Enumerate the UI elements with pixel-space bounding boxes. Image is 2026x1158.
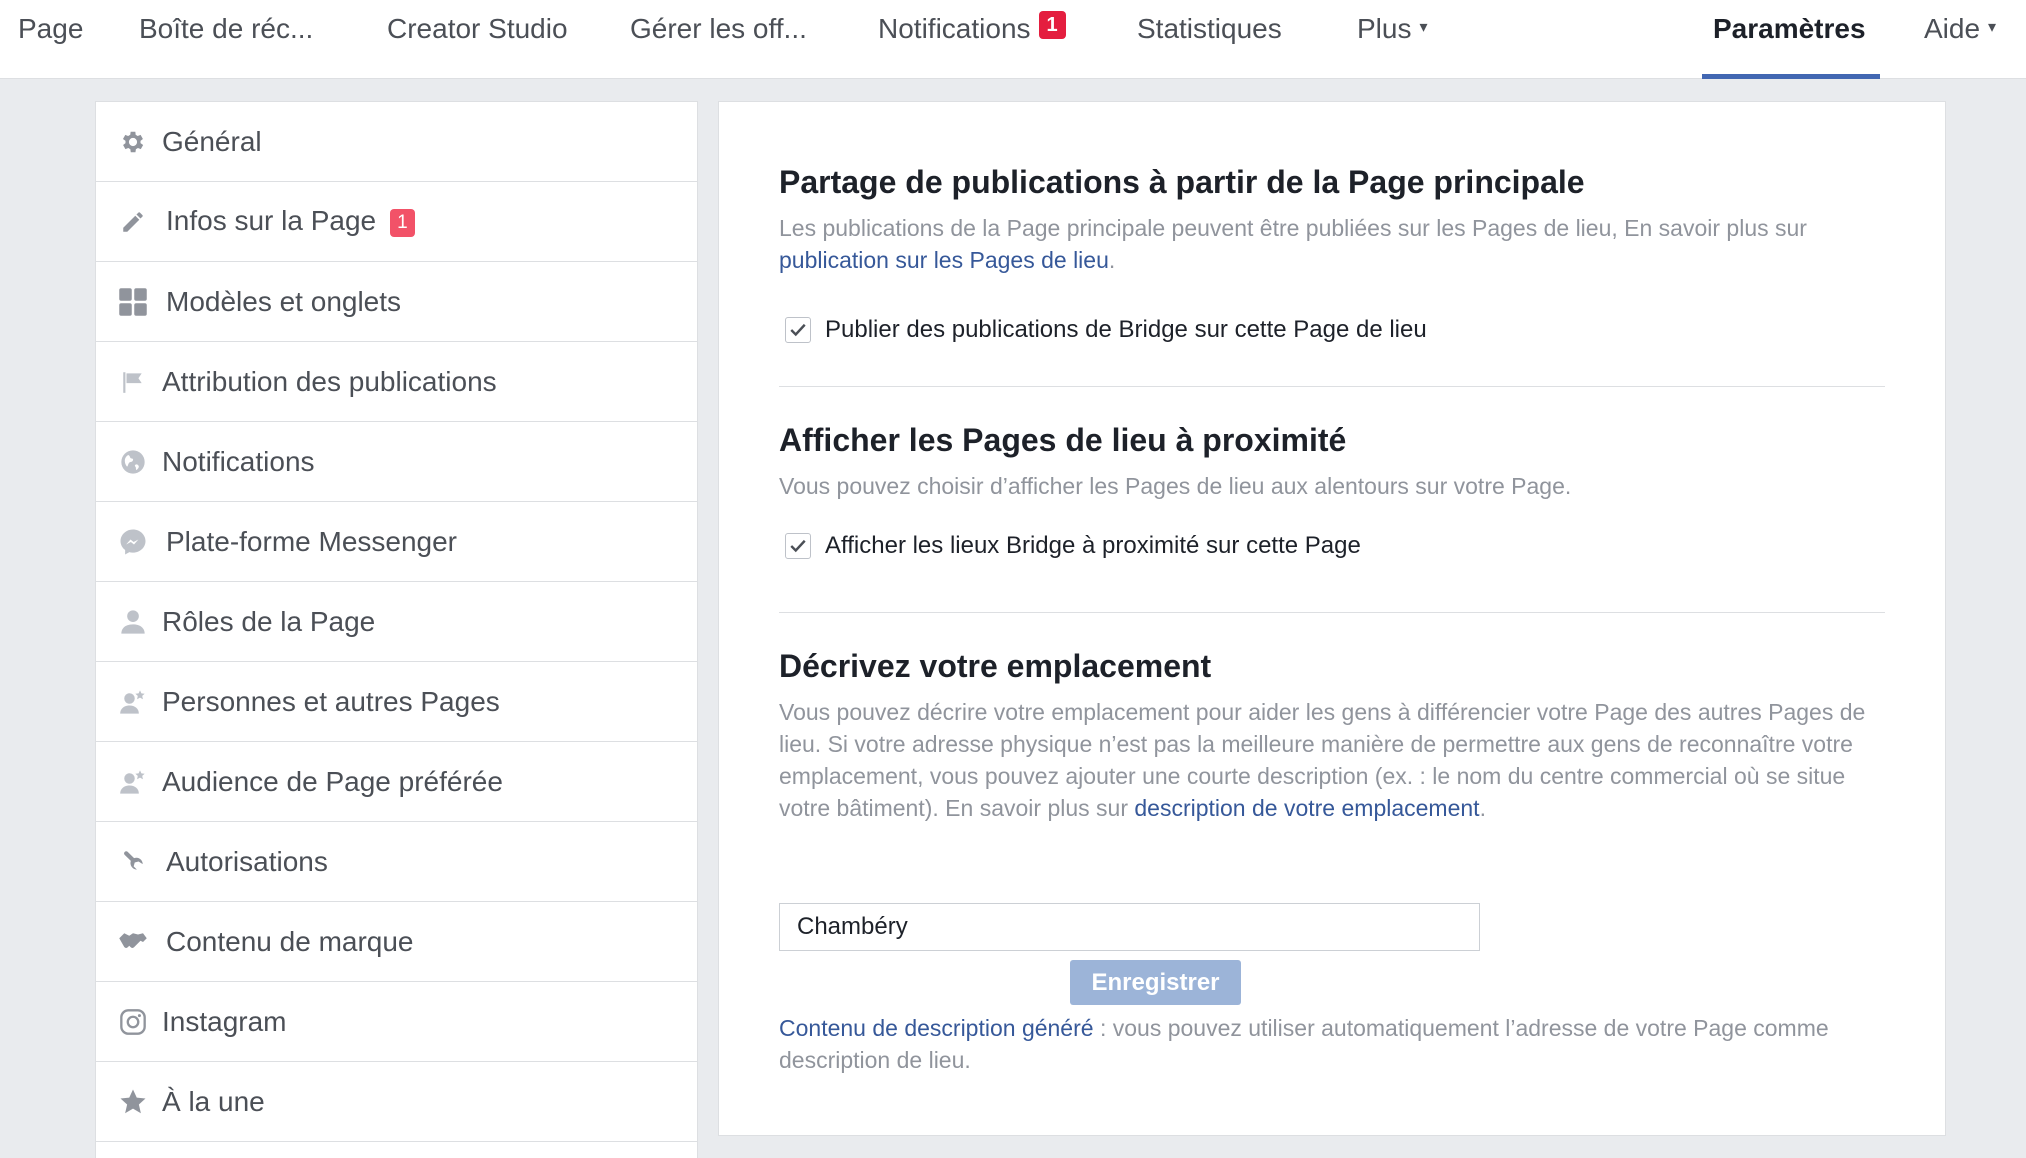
checkmark-icon (790, 539, 806, 553)
checkbox-label: Publier des publications de Bridge sur c… (825, 316, 1427, 343)
nav-tab-label: Statistiques (1137, 13, 1282, 44)
sidebar-item-preferred-audience[interactable]: Audience de Page préférée (96, 742, 697, 822)
page-info-count-badge: 1 (390, 208, 415, 237)
nav-tab-label: Paramètres (1713, 13, 1866, 44)
star-icon (118, 1087, 148, 1117)
notification-count-badge: 1 (1038, 11, 1066, 39)
sidebar-item-people-other-pages[interactable]: Personnes et autres Pages (96, 662, 697, 742)
sidebar-item-post-attribution[interactable]: Attribution des publications (96, 342, 697, 422)
section-divider (779, 386, 1885, 387)
active-tab-indicator (1702, 74, 1880, 79)
sidebar-item-label: Général (162, 125, 262, 157)
publish-checkbox-row[interactable]: Publier des publications de Bridge sur c… (779, 316, 1885, 344)
publish-bridge-posts-checkbox[interactable] (785, 317, 811, 343)
nearby-checkbox-row[interactable]: Afficher les lieux Bridge à proximité su… (779, 532, 1885, 560)
top-navigation: Page Boîte de réc... Creator Studio Gére… (0, 0, 2026, 79)
checkbox-label: Afficher les lieux Bridge à proximité su… (825, 532, 1361, 559)
nav-tab-label: Page (18, 13, 84, 44)
nav-tab-inbox[interactable]: Boîte de réc... (139, 0, 313, 79)
nav-tab-statistics[interactable]: Statistiques (1137, 0, 1282, 79)
sidebar-item-page-roles[interactable]: Rôles de la Page (96, 582, 697, 662)
sidebar-item-messenger-platform[interactable]: Plate-forme Messenger (96, 502, 697, 582)
person-star-icon (118, 687, 148, 717)
sidebar-item-notifications[interactable]: Notifications (96, 422, 697, 502)
globe-icon (118, 447, 148, 477)
sidebar-item-label: Infos sur la Page (166, 204, 377, 236)
generated-description-note: Contenu de description généré : vous pou… (779, 1012, 1885, 1076)
section-description: Vous pouvez choisir d’afficher les Pages… (779, 473, 1572, 499)
sidebar-item-label-wrap: Infos sur la Page 1 (166, 205, 415, 239)
location-pages-publishing-link[interactable]: publication sur les Pages de lieu (779, 247, 1109, 273)
nav-tab-label: Gérer les off... (630, 13, 807, 44)
person-icon (118, 607, 148, 637)
section-nearby-location-pages: Afficher les Pages de lieu à proximité V… (779, 420, 1885, 560)
messenger-icon (118, 527, 148, 557)
section-title: Partage de publications à partir de la P… (779, 164, 1585, 200)
sidebar-item-page-info[interactable]: Infos sur la Page 1 (96, 182, 697, 262)
pencil-icon (118, 207, 148, 237)
nav-tab-settings[interactable]: Paramètres (1713, 0, 1866, 79)
section-description: Vous pouvez décrire votre emplacement po… (779, 696, 1885, 824)
location-description-link[interactable]: description de votre emplacement (1134, 795, 1479, 821)
sidebar-item-permissions[interactable]: Autorisations (96, 822, 697, 902)
sidebar-item-label: Rôles de la Page (162, 605, 376, 637)
nav-tab-label: Creator Studio (387, 13, 568, 44)
nav-tab-label: Boîte de réc... (139, 13, 314, 44)
nav-tab-help[interactable]: Aide ▾ (1924, 0, 1996, 79)
generated-description-link[interactable]: Contenu de description généré (779, 1015, 1094, 1041)
sidebar-item-label: Plate-forme Messenger (166, 525, 458, 557)
sidebar-item-instagram[interactable]: Instagram (96, 982, 697, 1062)
flag-icon (118, 367, 148, 397)
nav-tab-page[interactable]: Page (18, 0, 83, 79)
save-button[interactable]: Enregistrer (1070, 960, 1241, 1005)
nav-tab-label: Aide (1924, 13, 1981, 44)
description-end: . (1479, 795, 1486, 821)
sidebar-item-label: Notifications (162, 445, 315, 477)
section-main-page-post-sharing: Partage de publications à partir de la P… (779, 162, 1885, 344)
sidebar-item-label: À la une (162, 1085, 265, 1117)
nav-tab-creator-studio[interactable]: Creator Studio (387, 0, 568, 79)
instagram-icon (118, 1007, 148, 1037)
section-description: Les publications de la Page principale p… (779, 212, 1885, 276)
sidebar-item-label: Autorisations (166, 845, 328, 877)
sidebar-item-label: Contenu de marque (166, 925, 414, 957)
caret-down-icon: ▾ (1419, 19, 1428, 36)
handshake-icon (118, 927, 148, 957)
sidebar-item-label: Personnes et autres Pages (162, 685, 500, 717)
description-end: . (1108, 247, 1116, 273)
sidebar-item-label: Audience de Page préférée (162, 765, 503, 797)
nav-tab-label: Notifications (878, 13, 1031, 44)
person-star-icon (118, 767, 148, 797)
section-describe-location: Décrivez votre emplacement Vous pouvez d… (779, 646, 1885, 824)
grid-icon (118, 287, 148, 317)
sidebar-item-label: Instagram (162, 1005, 287, 1037)
gear-icon (118, 127, 148, 157)
checkmark-icon (790, 323, 806, 337)
settings-sidebar: Général Infos sur la Page 1 Modèles et on… (95, 101, 698, 1158)
settings-content-panel: Partage de publications à partir de la P… (718, 101, 1946, 1136)
section-title: Décrivez votre emplacement (779, 648, 1212, 684)
nav-tab-more[interactable]: Plus ▾ (1357, 0, 1428, 79)
caret-down-icon: ▾ (1988, 19, 1997, 36)
nav-tab-manage-offers[interactable]: Gérer les off... (630, 0, 807, 79)
section-divider (779, 612, 1885, 613)
sidebar-item-templates-tabs[interactable]: Modèles et onglets (96, 262, 697, 342)
nav-tab-notifications[interactable]: Notifications 1 (878, 0, 1066, 79)
location-description-input[interactable] (779, 903, 1480, 951)
sidebar-item-label: Attribution des publications (162, 365, 497, 397)
nav-tab-label: Plus (1357, 13, 1412, 44)
show-nearby-places-checkbox[interactable] (785, 533, 811, 559)
sidebar-item-label: Modèles et onglets (166, 285, 402, 317)
wrench-icon (118, 847, 148, 877)
sidebar-item-featured[interactable]: À la une (96, 1062, 697, 1142)
section-title: Afficher les Pages de lieu à proximité (779, 422, 1347, 458)
description-text: Les publications de la Page principale p… (779, 215, 1807, 241)
sidebar-item-branded-content[interactable]: Contenu de marque (96, 902, 697, 982)
sidebar-item-general[interactable]: Général (96, 102, 697, 182)
